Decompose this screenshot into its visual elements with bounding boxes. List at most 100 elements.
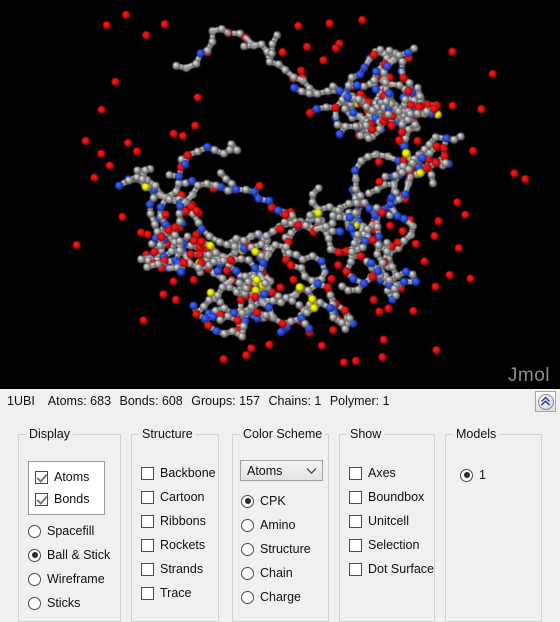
radio-row-cpk[interactable]: CPK [241, 489, 311, 513]
checkbox-dot-surface[interactable] [349, 562, 362, 576]
polymer-count-label: Polymer: 1 [329, 394, 390, 408]
collapse-panel-button[interactable] [535, 391, 556, 412]
color-scheme-select-value: Atoms [247, 463, 283, 478]
checkbox-row-bonds[interactable]: Bonds [35, 488, 104, 510]
radio-structure[interactable] [241, 542, 254, 556]
radio-cpk[interactable] [241, 494, 254, 508]
checkbox-row-cartoon[interactable]: Cartoon [141, 485, 216, 509]
chevron-down-icon [306, 464, 317, 478]
radio-row-chain[interactable]: Chain [241, 561, 311, 585]
molecule-render-canvas[interactable] [0, 0, 560, 389]
checkbox-strands-label: Strands [160, 562, 204, 576]
checkbox-boundbox-label: Boundbox [368, 490, 425, 504]
checkbox-dot-surface-label: Dot Surface [368, 562, 435, 576]
radio-amino[interactable] [241, 518, 254, 532]
radio-model-1[interactable] [460, 468, 473, 482]
structure-checkbox-list: Backbone Cartoon Ribbons Rockets Strands [141, 461, 216, 605]
color-scheme-radio-list: CPK Amino Structure Chain Charge [241, 489, 311, 609]
show-group: Show Axes Boundbox Unitcell Selection Do… [339, 427, 435, 622]
checkbox-row-unitcell[interactable]: Unitcell [349, 509, 434, 533]
checkbox-rockets-label: Rockets [160, 538, 206, 552]
radio-row-charge[interactable]: Charge [241, 585, 311, 609]
models-radio-list: 1 [460, 463, 486, 487]
control-panel-area: Display Atoms Bonds Spacefill Ball & Sti… [0, 413, 560, 622]
show-checkbox-list: Axes Boundbox Unitcell Selection Dot Sur… [349, 461, 434, 581]
display-radio-list: Spacefill Ball & Stick Wireframe Sticks [28, 519, 110, 615]
checkbox-trace-label: Trace [160, 586, 192, 600]
double-chevron-up-icon [537, 393, 554, 410]
radio-row-amino[interactable]: Amino [241, 513, 311, 537]
radio-sticks[interactable] [28, 596, 41, 610]
color-scheme-group: Color Scheme Atoms CPK Amino Structure C… [232, 427, 329, 622]
checkbox-strands[interactable] [141, 562, 154, 576]
checkbox-cartoon[interactable] [141, 490, 154, 504]
radio-amino-label: Amino [260, 518, 296, 532]
radio-row-model-1[interactable]: 1 [460, 463, 486, 487]
display-group-title: Display [29, 427, 70, 441]
jmol-watermark: Jmol [507, 365, 550, 386]
checkbox-row-rockets[interactable]: Rockets [141, 533, 216, 557]
status-bar: 1UBI Atoms: 683 Bonds: 608 Groups: 157 C… [0, 389, 560, 413]
checkbox-backbone[interactable] [141, 466, 154, 480]
checkbox-bonds-label: Bonds [54, 492, 90, 506]
radio-chain-label: Chain [260, 566, 293, 580]
radio-cpk-label: CPK [260, 494, 286, 508]
models-group-title: Models [456, 427, 497, 441]
structure-stats: Atoms: 683 Bonds: 608 Groups: 157 Chains… [48, 394, 395, 408]
checkbox-row-strands[interactable]: Strands [141, 557, 216, 581]
jmol-application-window: Jmol 1UBI Atoms: 683 Bonds: 608 Groups: … [0, 0, 560, 622]
checkbox-row-backbone[interactable]: Backbone [141, 461, 216, 485]
checkbox-trace[interactable] [141, 586, 154, 600]
checkbox-selection-label: Selection [368, 538, 420, 552]
radio-charge-label: Charge [260, 590, 301, 604]
radio-ball-and-stick[interactable] [28, 548, 41, 562]
checkbox-atoms[interactable] [35, 470, 48, 484]
checkbox-atoms-label: Atoms [54, 470, 90, 484]
color-scheme-select[interactable]: Atoms [240, 460, 323, 481]
checkbox-row-trace[interactable]: Trace [141, 581, 216, 605]
checkbox-unitcell[interactable] [349, 514, 362, 528]
radio-structure-label: Structure [260, 542, 311, 556]
display-group: Display Atoms Bonds Spacefill Ball & Sti… [18, 427, 121, 622]
radio-row-spacefill[interactable]: Spacefill [28, 519, 110, 543]
radio-sticks-label: Sticks [47, 596, 81, 610]
radio-row-ball-and-stick[interactable]: Ball & Stick [28, 543, 110, 567]
checkbox-row-atoms[interactable]: Atoms [35, 466, 104, 488]
radio-spacefill[interactable] [28, 524, 41, 538]
checkbox-axes[interactable] [349, 466, 362, 480]
radio-row-sticks[interactable]: Sticks [28, 591, 110, 615]
radio-ball-and-stick-label: Ball & Stick [47, 548, 111, 562]
checkbox-row-selection[interactable]: Selection [349, 533, 434, 557]
checkbox-selection[interactable] [349, 538, 362, 552]
show-group-title: Show [350, 427, 382, 441]
checkbox-rockets[interactable] [141, 538, 154, 552]
chains-count-label: Chains: 1 [268, 394, 322, 408]
radio-row-wireframe[interactable]: Wireframe [28, 567, 110, 591]
bonds-count-label: Bonds: 608 [119, 394, 183, 408]
checkbox-bonds[interactable] [35, 492, 48, 506]
radio-row-structure[interactable]: Structure [241, 537, 311, 561]
structure-id-label: 1UBI [7, 394, 35, 408]
checkbox-row-ribbons[interactable]: Ribbons [141, 509, 216, 533]
checkbox-ribbons[interactable] [141, 514, 154, 528]
radio-wireframe-label: Wireframe [47, 572, 105, 586]
checkbox-row-dot-surface[interactable]: Dot Surface [349, 557, 434, 581]
radio-wireframe[interactable] [28, 572, 41, 586]
atoms-count-label: Atoms: 683 [47, 394, 112, 408]
groups-count-label: Groups: 157 [191, 394, 261, 408]
radio-chain[interactable] [241, 566, 254, 580]
checkbox-row-axes[interactable]: Axes [349, 461, 434, 485]
display-checkbox-box: Atoms Bonds [28, 461, 105, 515]
models-group: Models 1 [445, 427, 542, 622]
structure-group: Structure Backbone Cartoon Ribbons Rocke… [131, 427, 219, 622]
checkbox-axes-label: Axes [368, 466, 396, 480]
molecule-viewport[interactable]: Jmol [0, 0, 560, 389]
radio-spacefill-label: Spacefill [47, 524, 95, 538]
structure-group-title: Structure [142, 427, 193, 441]
checkbox-boundbox[interactable] [349, 490, 362, 504]
checkbox-backbone-label: Backbone [160, 466, 216, 480]
checkbox-row-boundbox[interactable]: Boundbox [349, 485, 434, 509]
checkbox-cartoon-label: Cartoon [160, 490, 205, 504]
radio-model-1-label: 1 [479, 468, 486, 482]
radio-charge[interactable] [241, 590, 254, 604]
